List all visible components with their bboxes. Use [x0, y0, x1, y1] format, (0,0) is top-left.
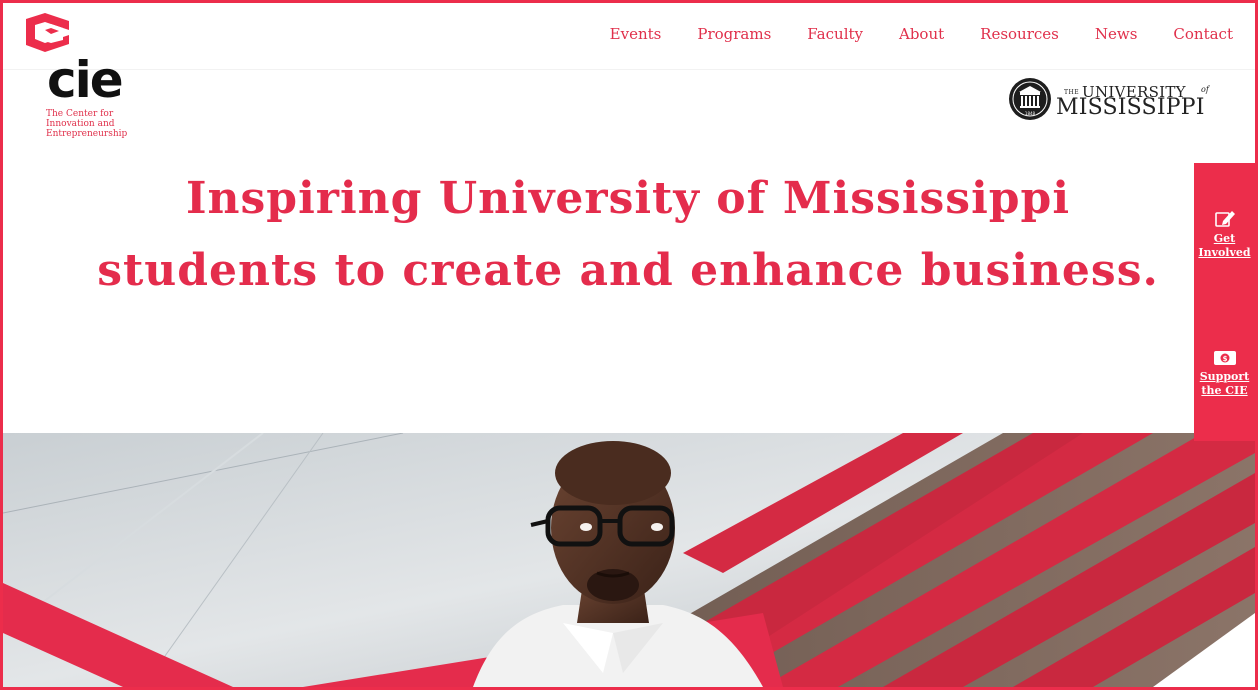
- get-involved-button[interactable]: Get Involved: [1194, 209, 1255, 260]
- cie-logo[interactable]: cie The Center for Innovation and Entrep…: [23, 13, 153, 139]
- nav-contact[interactable]: Contact: [1173, 23, 1233, 45]
- cie-emblem-icon: cie: [26, 13, 124, 107]
- support-label: Support the CIE: [1199, 370, 1250, 397]
- page-frame: Events Programs Faculty About Resources …: [0, 0, 1258, 690]
- svg-text:1848: 1848: [1025, 111, 1036, 116]
- headline-line-1: Inspiring University of Mississippi: [185, 173, 1071, 224]
- hero-photo: [3, 433, 1255, 687]
- university-logo[interactable]: 1848 THE UNIVERSITY of MISSISSIPPI: [1008, 75, 1218, 129]
- university-of: of: [1201, 85, 1209, 94]
- nav-about[interactable]: About: [899, 23, 944, 45]
- tagline-line: Innovation and: [46, 119, 115, 129]
- tagline-line: The Center for: [46, 109, 114, 119]
- nav-resources[interactable]: Resources: [980, 23, 1059, 45]
- nav-events[interactable]: Events: [610, 23, 662, 45]
- get-involved-label: Get Involved: [1198, 232, 1251, 259]
- main-nav: Events Programs Faculty About Resources …: [574, 23, 1233, 45]
- edit-icon: [1214, 211, 1235, 227]
- nav-faculty[interactable]: Faculty: [807, 23, 863, 45]
- university-seal-icon: 1848: [1009, 78, 1051, 120]
- headline-line-2: students to create and enhance business.: [97, 245, 1159, 296]
- nav-news[interactable]: News: [1095, 23, 1138, 45]
- hero-image: [3, 433, 1255, 687]
- hero-headline: Inspiring University of Mississippi stud…: [43, 163, 1213, 307]
- side-tabs: Get Involved $ Support the CIE: [1194, 163, 1255, 441]
- money-icon: $: [1213, 351, 1236, 365]
- university-name: MISSISSIPPI: [1056, 95, 1205, 120]
- svg-text:cie: cie: [47, 51, 122, 107]
- svg-text:$: $: [1222, 355, 1227, 363]
- top-navigation: Events Programs Faculty About Resources …: [3, 3, 1255, 70]
- cie-tagline: The Center for Innovation and Entreprene…: [46, 109, 127, 139]
- tagline-line: Entrepreneurship: [46, 129, 128, 139]
- nav-programs[interactable]: Programs: [697, 23, 771, 45]
- support-button[interactable]: $ Support the CIE: [1194, 349, 1255, 398]
